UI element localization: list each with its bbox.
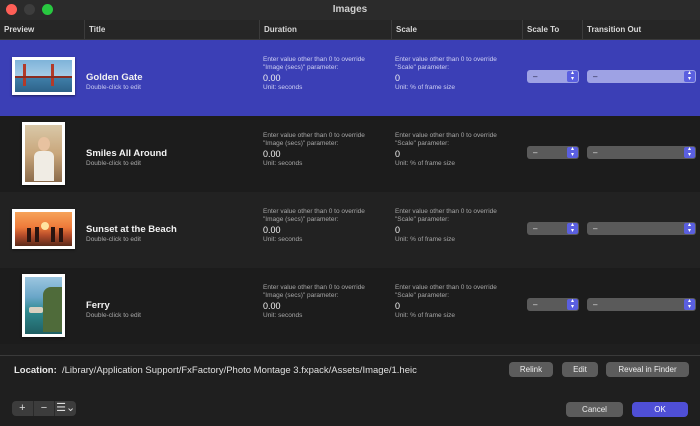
popup-chevron-icon: ▴ ▾ bbox=[684, 70, 695, 82]
popup-chevron-icon: ▴ ▾ bbox=[684, 298, 695, 310]
scale-to-popup[interactable]: – ▴ ▾ bbox=[527, 298, 579, 311]
table-row[interactable]: Ferry Double-click to edit Enter value o… bbox=[0, 268, 700, 344]
duration-value-field[interactable]: 0.00 bbox=[263, 73, 281, 83]
transition-out-value: – bbox=[593, 224, 598, 233]
relink-button[interactable]: Relink bbox=[509, 362, 553, 377]
scale-to-popup[interactable]: – ▴ ▾ bbox=[527, 222, 579, 235]
column-header-duration[interactable]: Duration bbox=[259, 20, 391, 39]
row-title: Ferry bbox=[86, 300, 110, 311]
ok-button[interactable]: OK bbox=[632, 402, 688, 417]
duration-value-field[interactable]: 0.00 bbox=[263, 225, 281, 235]
footer-divider bbox=[0, 355, 700, 356]
column-header-title[interactable]: Title bbox=[84, 20, 263, 39]
coast-photo-thumbnail bbox=[22, 274, 65, 337]
scale-unit: Unit: % of frame size bbox=[395, 236, 455, 243]
scale-value-field[interactable]: 0 bbox=[395, 73, 400, 83]
scale-unit: Unit: % of frame size bbox=[395, 84, 455, 91]
scale-unit: Unit: % of frame size bbox=[395, 312, 455, 319]
scale-to-value: – bbox=[533, 300, 538, 309]
duration-unit: Unit: seconds bbox=[263, 312, 303, 319]
row-subtitle: Double-click to edit bbox=[86, 312, 141, 319]
duration-unit: Unit: seconds bbox=[263, 84, 303, 91]
row-subtitle: Double-click to edit bbox=[86, 160, 141, 167]
table-row[interactable]: Smiles All Around Double-click to edit E… bbox=[0, 116, 700, 192]
scale-to-popup[interactable]: – ▴ ▾ bbox=[527, 70, 579, 83]
cancel-button[interactable]: Cancel bbox=[566, 402, 623, 417]
table-row[interactable]: Sunset at the Beach Double-click to edit… bbox=[0, 192, 700, 268]
row-subtitle: Double-click to edit bbox=[86, 84, 141, 91]
column-header-scale[interactable]: Scale bbox=[391, 20, 524, 39]
row-title: Golden Gate bbox=[86, 72, 143, 83]
column-header-preview[interactable]: Preview bbox=[0, 20, 84, 39]
row-subtitle: Double-click to edit bbox=[86, 236, 141, 243]
table-header: Preview Title Duration Scale Scale To Tr… bbox=[0, 20, 700, 40]
scale-to-popup[interactable]: – ▴ ▾ bbox=[527, 146, 579, 159]
location-path: /Library/Application Support/FxFactory/P… bbox=[62, 365, 417, 376]
reveal-in-finder-button[interactable]: Reveal in Finder bbox=[606, 362, 689, 377]
duration-unit: Unit: seconds bbox=[263, 160, 303, 167]
list-edit-controls: + − ☰⌄ bbox=[12, 401, 76, 416]
duration-hint: Enter value other than 0 to override "Im… bbox=[263, 208, 365, 223]
location-label: Location: bbox=[14, 365, 57, 376]
scale-value-field[interactable]: 0 bbox=[395, 225, 400, 235]
scale-hint: Enter value other than 0 to override "Sc… bbox=[395, 132, 497, 147]
minimize-window-button[interactable] bbox=[24, 4, 35, 15]
scale-hint: Enter value other than 0 to override "Sc… bbox=[395, 284, 497, 299]
duration-unit: Unit: seconds bbox=[263, 236, 303, 243]
scale-hint: Enter value other than 0 to override "Sc… bbox=[395, 208, 497, 223]
transition-out-popup[interactable]: – ▴ ▾ bbox=[587, 222, 696, 235]
scale-to-value: – bbox=[533, 72, 538, 81]
scale-value-field[interactable]: 0 bbox=[395, 301, 400, 311]
window-titlebar: Images bbox=[0, 0, 700, 21]
duration-value-field[interactable]: 0.00 bbox=[263, 301, 281, 311]
column-header-transition-out[interactable]: Transition Out bbox=[582, 20, 700, 39]
add-item-button[interactable]: + bbox=[12, 401, 33, 416]
window-title: Images bbox=[332, 4, 368, 15]
scale-to-value: – bbox=[533, 224, 538, 233]
scale-to-value: – bbox=[533, 148, 538, 157]
zoom-window-button[interactable] bbox=[42, 4, 53, 15]
row-title: Sunset at the Beach bbox=[86, 224, 177, 235]
popup-chevron-icon: ▴ ▾ bbox=[567, 222, 578, 234]
popup-chevron-icon: ▴ ▾ bbox=[567, 146, 578, 158]
sunset-photo-thumbnail bbox=[12, 209, 75, 249]
transition-out-value: – bbox=[593, 300, 598, 309]
transition-out-popup[interactable]: – ▴ ▾ bbox=[587, 70, 696, 83]
remove-item-button[interactable]: − bbox=[32, 401, 55, 416]
list-options-button[interactable]: ☰⌄ bbox=[54, 401, 76, 416]
edit-button[interactable]: Edit bbox=[562, 362, 598, 377]
column-header-scale-to[interactable]: Scale To bbox=[522, 20, 583, 39]
popup-chevron-icon: ▴ ▾ bbox=[567, 70, 578, 82]
duration-hint: Enter value other than 0 to override "Im… bbox=[263, 132, 365, 147]
duration-hint: Enter value other than 0 to override "Im… bbox=[263, 56, 365, 71]
transition-out-value: – bbox=[593, 72, 598, 81]
close-window-button[interactable] bbox=[6, 4, 17, 15]
transition-out-popup[interactable]: – ▴ ▾ bbox=[587, 146, 696, 159]
duration-value-field[interactable]: 0.00 bbox=[263, 149, 281, 159]
window-controls bbox=[6, 4, 53, 15]
bridge-photo-thumbnail bbox=[12, 57, 75, 95]
scale-unit: Unit: % of frame size bbox=[395, 160, 455, 167]
table-row[interactable]: Golden Gate Double-click to edit Enter v… bbox=[0, 40, 700, 116]
popup-chevron-icon: ▴ ▾ bbox=[684, 222, 695, 234]
popup-chevron-icon: ▴ ▾ bbox=[567, 298, 578, 310]
popup-chevron-icon: ▴ ▾ bbox=[684, 146, 695, 158]
portrait-photo-thumbnail bbox=[22, 122, 65, 185]
row-title: Smiles All Around bbox=[86, 148, 168, 159]
transition-out-popup[interactable]: – ▴ ▾ bbox=[587, 298, 696, 311]
scale-hint: Enter value other than 0 to override "Sc… bbox=[395, 56, 497, 71]
transition-out-value: – bbox=[593, 148, 598, 157]
scale-value-field[interactable]: 0 bbox=[395, 149, 400, 159]
duration-hint: Enter value other than 0 to override "Im… bbox=[263, 284, 365, 299]
